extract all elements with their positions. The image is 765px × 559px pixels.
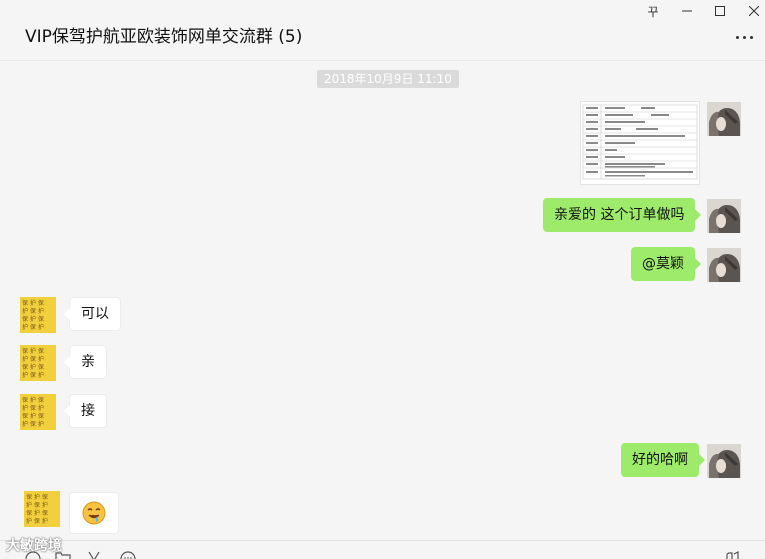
avatar-image xyxy=(707,102,741,136)
contact-avatar[interactable]: 保 护 保 护 保 护 保 护 保 护 保 护 xyxy=(24,491,60,527)
svg-text:护 保 护: 护 保 护 xyxy=(22,420,44,428)
my-avatar[interactable] xyxy=(707,102,741,136)
close-button[interactable] xyxy=(743,2,765,20)
svg-text:保 护 保: 保 护 保 xyxy=(22,299,44,307)
message-text: 亲 xyxy=(81,354,95,370)
svg-text:护 保 护: 护 保 护 xyxy=(26,501,48,509)
message-text: 接 xyxy=(81,403,95,419)
phone-icon[interactable] xyxy=(724,550,740,559)
svg-text:保 护 保: 保 护 保 xyxy=(22,347,44,355)
pin-button[interactable]: 꾸 xyxy=(642,2,664,20)
message-text: 好的哈啊 xyxy=(632,452,688,468)
avatar-image xyxy=(707,199,741,233)
avatar-image: 保 护 保 护 保 护 保 护 保 护 保 护 xyxy=(20,394,56,430)
avatar-image: 保 护 保 护 保 护 保 护 保 护 保 护 xyxy=(20,297,56,333)
maximize-button[interactable] xyxy=(709,2,731,20)
emoji-message[interactable] xyxy=(69,492,119,534)
image-message[interactable] xyxy=(580,101,700,185)
svg-text:护 保 护: 护 保 护 xyxy=(26,517,48,525)
watermark-logo: 大敏跨境 xyxy=(6,538,62,554)
message-text: @莫颖 xyxy=(642,256,684,272)
message-text: 可以 xyxy=(81,306,109,322)
avatar-image: 保 护 保 护 保 护 保 护 保 护 保 护 xyxy=(20,345,56,381)
input-toolbar xyxy=(0,540,765,559)
svg-text:保 护 保: 保 护 保 xyxy=(22,315,44,323)
avatar-image: 保 护 保 护 保 护 保 护 保 护 保 护 xyxy=(24,491,60,527)
more-dot-icon xyxy=(735,35,739,39)
more-options-button[interactable] xyxy=(733,30,755,44)
svg-text:保 护 保: 保 护 保 xyxy=(22,363,44,371)
message-bubble-outgoing[interactable]: @莫颖 xyxy=(631,247,701,281)
contact-avatar[interactable]: 保 护 保 护 保 护 保 护 保 护 保 护 xyxy=(20,394,56,430)
svg-text:护 保 护: 护 保 护 xyxy=(22,371,44,379)
svg-text:护 保 护: 护 保 护 xyxy=(22,323,44,331)
my-avatar[interactable] xyxy=(707,444,741,478)
svg-text:保 护 保: 保 护 保 xyxy=(22,412,44,420)
my-avatar[interactable] xyxy=(707,248,741,282)
drooling-face-icon xyxy=(82,501,106,525)
contact-avatar[interactable]: 保 护 保 护 保 护 保 护 保 护 保 护 xyxy=(20,297,56,333)
contact-avatar[interactable]: 保 护 保 护 保 护 保 护 保 护 保 护 xyxy=(20,345,56,381)
pin-icon: 꾸 xyxy=(647,4,659,19)
minimize-icon xyxy=(682,10,692,12)
svg-text:护 保 护: 护 保 护 xyxy=(22,404,44,412)
close-icon xyxy=(749,6,759,16)
svg-text:保 护 保: 保 护 保 xyxy=(22,396,44,404)
chat-window: VIP保驾护航亚欧装饰网单交流群 (5) 꾸 2018年10月9日 11:10 xyxy=(0,0,765,559)
message-timestamp: 2018年10月9日 11:10 xyxy=(317,70,459,88)
chat-header: VIP保驾护航亚欧装饰网单交流群 (5) 꾸 xyxy=(0,0,765,61)
svg-text:保 护 保: 保 护 保 xyxy=(26,493,48,501)
message-bubble-outgoing[interactable]: 好的哈啊 xyxy=(621,443,705,477)
message-text: 亲爱的 这个订单做吗 xyxy=(554,207,685,223)
message-bubble-incoming[interactable]: 接 xyxy=(64,394,107,428)
maximize-icon xyxy=(715,6,725,16)
chat-bubble-icon[interactable] xyxy=(120,550,136,559)
message-bubble-incoming[interactable]: 亲 xyxy=(64,345,107,379)
avatar-image xyxy=(707,444,741,478)
svg-text:保 护 保: 保 护 保 xyxy=(26,509,48,517)
message-bubble-incoming[interactable]: 可以 xyxy=(64,297,121,331)
scissors-icon[interactable] xyxy=(86,550,102,559)
order-screenshot-thumbnail xyxy=(581,102,699,184)
chat-title: VIP保驾护航亚欧装饰网单交流群 (5) xyxy=(25,27,303,47)
my-avatar[interactable] xyxy=(707,199,741,233)
svg-text:护 保 护: 护 保 护 xyxy=(22,307,44,315)
message-bubble-outgoing[interactable]: 亲爱的 这个订单做吗 xyxy=(543,198,702,232)
avatar-image xyxy=(707,248,741,282)
minimize-button[interactable] xyxy=(676,2,698,20)
more-dot-icon xyxy=(742,35,746,39)
svg-text:护 保 护: 护 保 护 xyxy=(22,355,44,363)
more-dot-icon xyxy=(749,35,753,39)
